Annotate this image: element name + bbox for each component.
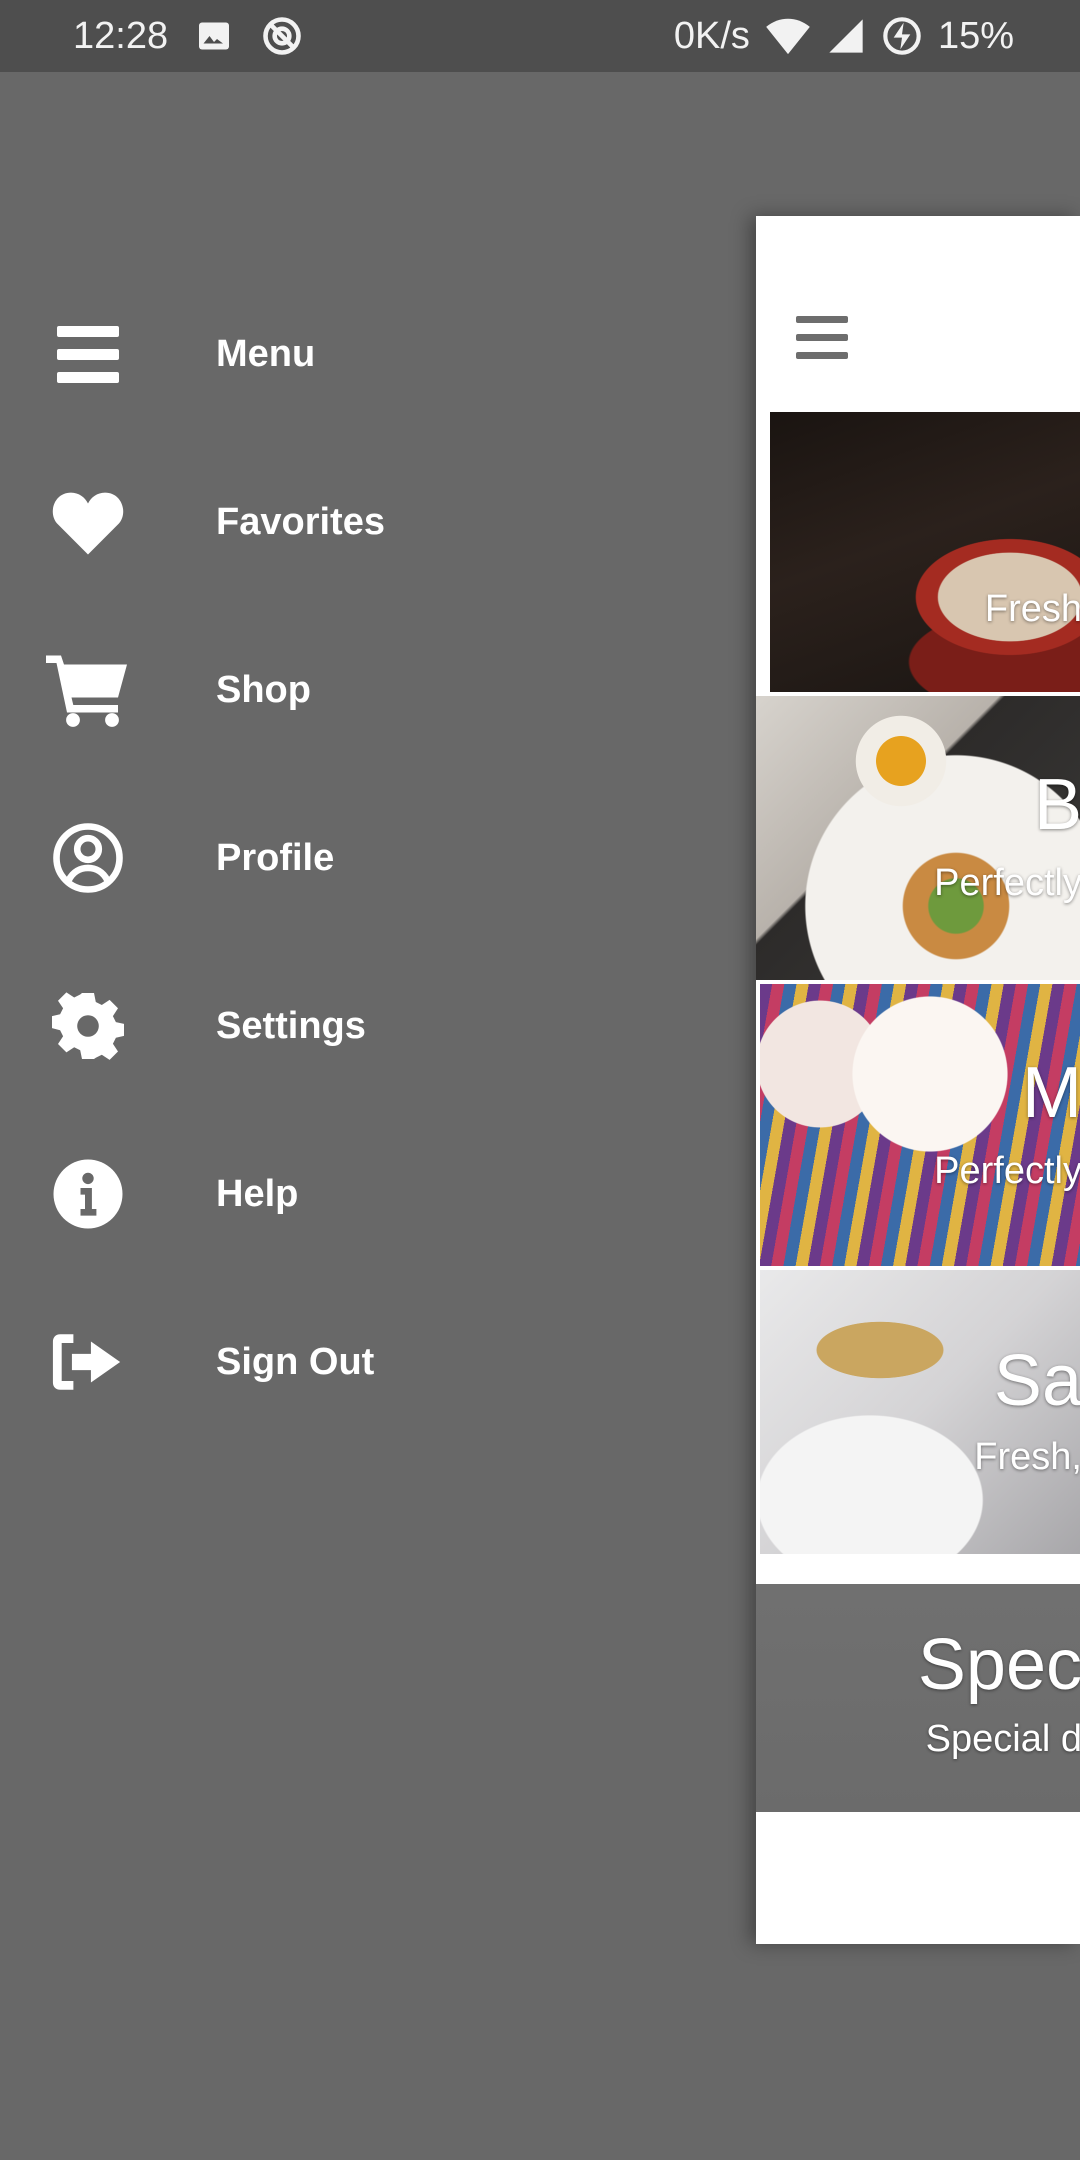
- category-card-coffee[interactable]: Fresh: [770, 412, 1080, 692]
- sync-icon: [260, 14, 304, 58]
- app-content-panel[interactable]: Fresh B Perfectly M Perfectly Sa Fresh, …: [756, 216, 1080, 1944]
- card-title: M: [1022, 1053, 1080, 1133]
- menu-item-label: Profile: [216, 836, 335, 879]
- signal-icon: [826, 16, 866, 56]
- menu-item-settings[interactable]: Settings: [0, 942, 740, 1110]
- heart-icon: [46, 480, 130, 564]
- card-title: Spec: [917, 1625, 1080, 1705]
- cart-icon: [46, 648, 130, 732]
- menu-item-label: Settings: [216, 1004, 366, 1047]
- status-right: 0K/s 15%: [658, 15, 1014, 58]
- battery-charging-icon: [882, 16, 922, 56]
- card-subtitle: Fresh,: [974, 1436, 1080, 1478]
- card-subtitle: Special d: [925, 1718, 1080, 1760]
- category-card-breakfast[interactable]: B Perfectly: [756, 696, 1080, 980]
- sign-out-icon: [46, 1320, 130, 1404]
- bottom-bar: [756, 1814, 1080, 1944]
- card-title: B: [1033, 765, 1080, 845]
- card-subtitle: Fresh: [984, 588, 1080, 630]
- status-time: 12:28: [73, 14, 169, 57]
- user-circle-icon: [46, 816, 130, 900]
- category-card-muffins[interactable]: M Perfectly: [760, 984, 1080, 1266]
- info-icon: [46, 1152, 130, 1236]
- menu-item-label: Shop: [216, 668, 311, 711]
- menu-item-help[interactable]: Help: [0, 1110, 740, 1278]
- wifi-icon: [766, 16, 810, 56]
- image-icon: [196, 18, 232, 54]
- menu-item-profile[interactable]: Profile: [0, 774, 740, 942]
- category-card-specials[interactable]: Spec Special d: [756, 1584, 1080, 1812]
- menu-item-favorites[interactable]: Favorites: [0, 438, 740, 606]
- menu-item-sign-out[interactable]: Sign Out: [0, 1278, 740, 1446]
- hamburger-menu-icon: [46, 312, 130, 396]
- status-left: 12:28: [73, 14, 332, 58]
- card-subtitle: Perfectly: [934, 862, 1080, 904]
- hamburger-menu-icon[interactable]: [796, 316, 848, 360]
- menu-item-shop[interactable]: Shop: [0, 606, 740, 774]
- card-subtitle: Perfectly: [934, 1150, 1080, 1192]
- app-toolbar: [756, 216, 1080, 408]
- status-bar: 12:28 0K/s 15%: [0, 0, 1080, 72]
- menu-item-menu[interactable]: Menu: [0, 270, 740, 438]
- network-speed: 0K/s: [673, 14, 750, 57]
- battery-level: 15%: [937, 14, 1014, 57]
- gear-icon: [46, 984, 130, 1068]
- menu-item-label: Help: [216, 1172, 299, 1215]
- menu-item-label: Favorites: [216, 500, 385, 543]
- category-card-sandwiches[interactable]: Sa Fresh,: [760, 1270, 1080, 1554]
- menu-item-label: Sign Out: [216, 1340, 375, 1383]
- card-title: Sa: [993, 1341, 1080, 1421]
- menu-item-label: Menu: [216, 332, 316, 375]
